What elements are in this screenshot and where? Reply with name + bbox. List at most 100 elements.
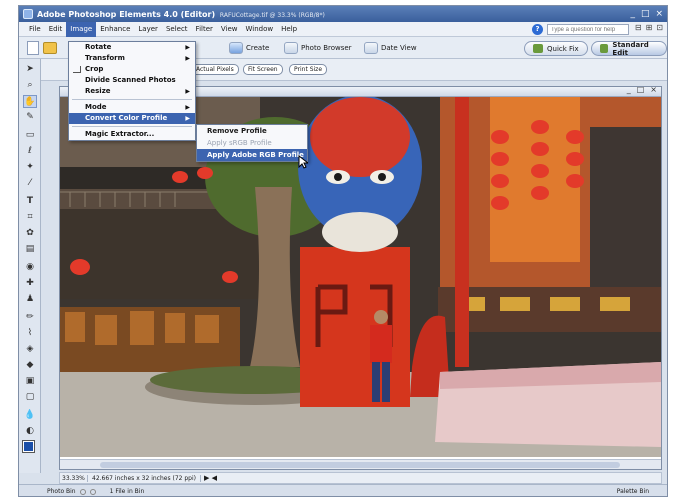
- fit-screen-button[interactable]: Fit Screen: [243, 64, 283, 75]
- menu-image[interactable]: Image: [66, 21, 97, 37]
- brush-tool-icon[interactable]: ⌇: [23, 327, 37, 340]
- window-title: Adobe Photoshop Elements 4.0 (Editor) RA…: [37, 10, 325, 19]
- menu-item-mode-label: Mode: [85, 103, 107, 111]
- menu-help[interactable]: Help: [277, 22, 301, 37]
- menu-item-crop[interactable]: Crop: [69, 64, 195, 75]
- doc-restore-icon[interactable]: ⊡: [656, 23, 663, 32]
- menu-item-transform[interactable]: Transform ▶: [69, 53, 195, 64]
- image-menu-dropdown: Rotate ▶ Transform ▶ Crop Divide Scanned…: [68, 41, 196, 141]
- selection-brush-icon[interactable]: ⁄: [23, 177, 37, 190]
- zoom-tool-icon[interactable]: ⌕: [23, 79, 37, 92]
- menu-item-magic-extractor[interactable]: Magic Extractor...: [69, 129, 195, 140]
- remove-profile-item[interactable]: Remove Profile: [197, 125, 307, 137]
- actual-pixels-button[interactable]: Actual Pixels: [191, 64, 239, 75]
- document-name: RAFUCottage.tif @ 33.3% (RGB/8*): [219, 11, 325, 19]
- type-tool-icon[interactable]: T: [23, 195, 37, 208]
- shape-tool-icon[interactable]: ▢: [23, 391, 37, 404]
- doc-minimize-icon[interactable]: ⊟: [635, 23, 642, 32]
- bin-next-icon[interactable]: [89, 488, 96, 495]
- menu-item-mode[interactable]: Mode ▶: [69, 102, 195, 113]
- eraser-tool-icon[interactable]: ◈: [23, 343, 37, 356]
- blur-tool-icon[interactable]: 💧: [23, 409, 37, 422]
- red-eye-tool-icon[interactable]: ◉: [23, 261, 37, 274]
- menu-enhance[interactable]: Enhance: [96, 22, 134, 37]
- create-button[interactable]: Create: [229, 41, 269, 55]
- menu-window[interactable]: Window: [242, 22, 278, 37]
- doc-window-controls: ⊟ ⊞ ⊡: [635, 23, 663, 32]
- title-bar: Adobe Photoshop Elements 4.0 (Editor) RA…: [19, 6, 667, 22]
- app-icon: [23, 9, 33, 19]
- gradient-tool-icon[interactable]: ▣: [23, 375, 37, 388]
- photo-browser-icon: [284, 42, 298, 54]
- help-search-input[interactable]: [547, 24, 629, 35]
- sponge-tool-icon[interactable]: ◐: [23, 425, 37, 438]
- magic-wand-tool-icon[interactable]: ✦: [23, 161, 37, 174]
- hand-tool-icon[interactable]: ✋: [23, 95, 37, 108]
- crop-icon: [73, 66, 81, 73]
- palette-bin-toggle[interactable]: Palette Bin: [617, 488, 649, 495]
- image-canvas[interactable]: [60, 97, 661, 457]
- menu-item-divide-scanned[interactable]: Divide Scanned Photos: [69, 75, 195, 86]
- quick-fix-label: Quick Fix: [547, 44, 579, 53]
- menu-item-convert-label: Convert Color Profile: [85, 114, 168, 122]
- move-tool-icon[interactable]: ➤: [23, 63, 37, 76]
- bin-bar: Photo Bin 1 File in Bin Palette Bin: [19, 484, 667, 496]
- pencil-tool-icon[interactable]: ✏: [23, 311, 37, 324]
- status-bar: 33.33% 42.667 inches x 32 inches (72 ppi…: [59, 472, 662, 484]
- doc-maximize-button[interactable]: □: [637, 85, 645, 94]
- menu-edit[interactable]: Edit: [45, 22, 67, 37]
- menu-view[interactable]: View: [217, 22, 242, 37]
- maximize-button[interactable]: □: [641, 8, 650, 20]
- paint-bucket-icon[interactable]: ◆: [23, 359, 37, 372]
- healing-brush-icon[interactable]: ✚: [23, 277, 37, 290]
- quick-fix-icon: [533, 44, 543, 53]
- standard-edit-button[interactable]: Standard Edit: [591, 41, 667, 57]
- menu-separator: [72, 126, 192, 127]
- submenu-arrow-icon: ▶: [185, 104, 190, 111]
- menu-item-divide-label: Divide Scanned Photos: [85, 76, 176, 84]
- doc-tile-icon[interactable]: ⊞: [646, 23, 653, 32]
- clone-stamp-icon[interactable]: ♟: [23, 293, 37, 306]
- photo-bin-toggle[interactable]: Photo Bin: [47, 488, 76, 495]
- color-profile-submenu: Remove Profile Apply sRGB Profile Apply …: [196, 124, 308, 162]
- foreground-color-swatch[interactable]: [22, 440, 35, 453]
- print-size-button[interactable]: Print Size: [289, 64, 328, 75]
- menu-layer[interactable]: Layer: [134, 22, 162, 37]
- apply-adobe-rgb-profile-item[interactable]: Apply Adobe RGB Profile: [197, 149, 307, 161]
- eyedropper-tool-icon[interactable]: ✎: [23, 111, 37, 124]
- crop-tool-icon[interactable]: ⌗: [23, 211, 37, 224]
- doc-minimize-button[interactable]: _: [627, 85, 631, 94]
- menu-select[interactable]: Select: [162, 22, 192, 37]
- lasso-tool-icon[interactable]: ℓ: [23, 145, 37, 158]
- horizontal-scrollbar[interactable]: [60, 459, 661, 469]
- date-view-button[interactable]: Date View: [364, 41, 417, 55]
- status-menu-arrow-icon[interactable]: ▶ ◀: [201, 474, 217, 482]
- menu-item-resize[interactable]: Resize ▶: [69, 86, 195, 97]
- menu-filter[interactable]: Filter: [192, 22, 217, 37]
- create-icon: [229, 42, 243, 54]
- open-folder-icon[interactable]: [43, 42, 57, 54]
- submenu-arrow-icon: ▶: [185, 55, 190, 62]
- doc-close-button[interactable]: ×: [650, 85, 657, 94]
- minimize-button[interactable]: _: [630, 8, 635, 20]
- marquee-tool-icon[interactable]: ▭: [23, 129, 37, 142]
- menu-file[interactable]: File: [25, 22, 45, 37]
- new-document-icon[interactable]: [27, 41, 39, 55]
- menu-item-magic-label: Magic Extractor...: [85, 130, 155, 138]
- photo-browser-button[interactable]: Photo Browser: [284, 41, 352, 55]
- quick-fix-button[interactable]: Quick Fix: [524, 41, 588, 56]
- date-view-label: Date View: [381, 44, 417, 52]
- close-button[interactable]: ×: [655, 8, 663, 20]
- mouse-cursor-icon: [298, 155, 308, 169]
- scrollbar-thumb[interactable]: [100, 462, 620, 468]
- cookie-cutter-icon[interactable]: ✿: [23, 227, 37, 240]
- bin-prev-icon[interactable]: [79, 488, 86, 495]
- menu-bar: File Edit Image Enhance Layer Select Fil…: [19, 21, 667, 37]
- menu-item-rotate-label: Rotate: [85, 43, 112, 51]
- zoom-level[interactable]: 33.33%: [60, 474, 88, 482]
- app-title: Adobe Photoshop Elements 4.0 (Editor): [37, 9, 216, 19]
- photo-courtyard: [60, 97, 661, 457]
- menu-item-rotate[interactable]: Rotate ▶: [69, 42, 195, 53]
- straighten-tool-icon[interactable]: ▤: [23, 243, 37, 256]
- menu-item-convert-color-profile[interactable]: Convert Color Profile ▶: [69, 113, 195, 124]
